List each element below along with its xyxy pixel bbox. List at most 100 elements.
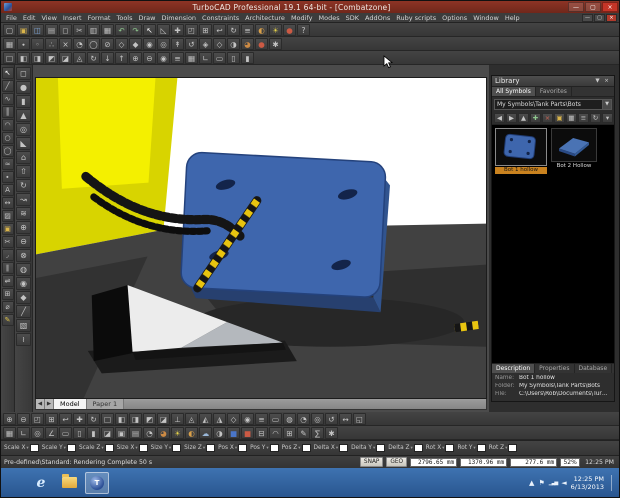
view-left-icon[interactable]: ◩ bbox=[143, 413, 156, 425]
undo-icon[interactable]: ↶ bbox=[115, 24, 128, 36]
loft-tool-icon[interactable]: ≋ bbox=[16, 207, 31, 220]
cone-3d-icon[interactable]: ▲ bbox=[16, 109, 31, 122]
list-view-icon[interactable]: ≡ bbox=[578, 113, 589, 123]
birds-eye-icon[interactable]: ◔ bbox=[297, 413, 310, 425]
field-dropdown-icon[interactable]: ▾ bbox=[336, 446, 338, 451]
library-item-bot-2-hollow[interactable]: Bot 2 Hollow bbox=[551, 128, 597, 170]
redo-icon[interactable]: ↷ bbox=[129, 24, 142, 36]
maximize-button[interactable]: ▢ bbox=[585, 2, 601, 12]
curve-tool-icon[interactable]: ≈ bbox=[2, 158, 14, 170]
workplane-side-icon[interactable]: ▮ bbox=[87, 427, 100, 439]
network-icon[interactable]: ▁▃▅ bbox=[549, 478, 558, 488]
menu-draw[interactable]: Draw bbox=[136, 13, 159, 23]
field-value-input[interactable] bbox=[270, 444, 279, 452]
field-dropdown-icon[interactable]: ▾ bbox=[473, 446, 475, 451]
field-dropdown-icon[interactable]: ▾ bbox=[26, 446, 28, 451]
zoom-window-icon[interactable]: ◰ bbox=[31, 413, 44, 425]
orbit-view-icon[interactable]: ↻ bbox=[87, 413, 100, 425]
menu-addons[interactable]: AddOns bbox=[362, 13, 393, 23]
field-value-input[interactable] bbox=[67, 444, 76, 452]
refresh-icon[interactable]: ↻ bbox=[590, 113, 601, 123]
zoom-out-icon[interactable]: ⊖ bbox=[17, 413, 30, 425]
menu-insert[interactable]: Insert bbox=[60, 13, 85, 23]
tab-model[interactable]: Model bbox=[54, 399, 87, 409]
view-iso-se-icon[interactable]: ◮ bbox=[213, 413, 226, 425]
snap-intersection-icon[interactable]: × bbox=[59, 38, 72, 50]
sheet-scrollbar-track[interactable] bbox=[124, 399, 486, 409]
minimize-button[interactable]: — bbox=[568, 2, 584, 12]
background-color-icon[interactable]: ■ bbox=[227, 427, 240, 439]
workplane-by-points-icon[interactable]: ◇ bbox=[115, 38, 128, 50]
zoom-window-icon[interactable]: ◰ bbox=[185, 24, 198, 36]
field-value-input[interactable] bbox=[105, 444, 114, 452]
field-dropdown-icon[interactable]: ▾ bbox=[64, 446, 66, 451]
redraw-icon[interactable]: ↻ bbox=[227, 24, 240, 36]
open-file-icon[interactable]: ▣ bbox=[17, 24, 30, 36]
field-dropdown-icon[interactable]: ▾ bbox=[505, 446, 507, 451]
library-bottom-tab-description[interactable]: Description bbox=[492, 364, 535, 373]
polyline-tool-icon[interactable]: ∿ bbox=[2, 93, 14, 105]
coordinate-x-field[interactable]: 2796.65 mm bbox=[410, 458, 457, 467]
look-up-icon[interactable]: ↑ bbox=[115, 52, 128, 64]
view-back-icon[interactable]: ◨ bbox=[129, 413, 142, 425]
field-value-input[interactable] bbox=[414, 444, 423, 452]
workplane-by-face-icon[interactable]: ◪ bbox=[101, 427, 114, 439]
facet-editor-icon[interactable]: ▧ bbox=[16, 319, 31, 332]
quality-render-icon[interactable]: ◕ bbox=[157, 427, 170, 439]
menu-file[interactable]: File bbox=[3, 13, 20, 23]
named-views-icon[interactable]: ≡ bbox=[171, 52, 184, 64]
library-bottom-tab-properties[interactable]: Properties bbox=[535, 364, 574, 373]
view-right-icon[interactable]: ◪ bbox=[59, 52, 72, 64]
zoom-in-icon[interactable]: ⊕ bbox=[3, 413, 16, 425]
ellipse-tool-icon[interactable]: ◯ bbox=[2, 145, 14, 157]
snap-vertex-icon[interactable]: ∙ bbox=[17, 38, 30, 50]
action-center-icon[interactable]: ⚑ bbox=[538, 478, 544, 488]
menu-modify[interactable]: Modify bbox=[288, 13, 316, 23]
double-line-tool-icon[interactable]: ║ bbox=[2, 106, 14, 118]
field-value-input[interactable] bbox=[206, 444, 215, 452]
boolean-add-icon[interactable]: ⊕ bbox=[16, 221, 31, 234]
menu-help[interactable]: Help bbox=[502, 13, 523, 23]
paper-space-icon[interactable]: ▤ bbox=[129, 427, 142, 439]
menu-sdk[interactable]: SDK bbox=[343, 13, 362, 23]
zoom-extents-icon[interactable]: ⊞ bbox=[199, 24, 212, 36]
mirror-tool-icon[interactable]: ⇌ bbox=[2, 275, 14, 287]
boolean-subtract-icon[interactable]: ⊖ bbox=[16, 235, 31, 248]
field-dropdown-icon[interactable]: ▾ bbox=[235, 446, 237, 451]
macros-icon[interactable]: ∑ bbox=[311, 427, 324, 439]
point-tool-icon[interactable]: ∙ bbox=[2, 171, 14, 183]
cut-icon[interactable]: ✂ bbox=[73, 24, 86, 36]
taskbar-clock[interactable]: 12:25 PM 6/13/2013 bbox=[571, 475, 604, 491]
field-value-input[interactable] bbox=[339, 444, 348, 452]
field-value-input[interactable] bbox=[238, 444, 247, 452]
full-screen-icon[interactable]: ◱ bbox=[353, 413, 366, 425]
snap-toggle-button[interactable]: SNAP bbox=[360, 457, 383, 467]
workplane-by-entity-icon[interactable]: ◆ bbox=[129, 38, 142, 50]
grid-toggle-icon[interactable]: ▦ bbox=[3, 427, 16, 439]
field-dropdown-icon[interactable]: ▾ bbox=[135, 446, 137, 451]
field-value-input[interactable] bbox=[302, 444, 311, 452]
look-down-icon[interactable]: ↓ bbox=[101, 52, 114, 64]
new-file-icon[interactable]: ▢ bbox=[3, 24, 16, 36]
field-value-input[interactable] bbox=[172, 444, 181, 452]
environments-icon[interactable]: ☁ bbox=[199, 427, 212, 439]
prism-3d-icon[interactable]: ⌂ bbox=[16, 151, 31, 164]
wedge-3d-icon[interactable]: ◣ bbox=[16, 137, 31, 150]
zoom-in-icon[interactable]: ⊕ bbox=[129, 52, 142, 64]
field-dropdown-icon[interactable]: ▾ bbox=[266, 446, 268, 451]
geo-toggle-button[interactable]: GEO bbox=[386, 457, 407, 467]
field-value-input[interactable] bbox=[30, 444, 39, 452]
workplane-side-icon[interactable]: ▮ bbox=[241, 52, 254, 64]
camera-position-icon[interactable]: ◉ bbox=[143, 38, 156, 50]
full-render-mode-icon[interactable]: ● bbox=[255, 38, 268, 50]
render-scene-icon[interactable]: ● bbox=[283, 24, 296, 36]
new-category-icon[interactable]: ▣ bbox=[554, 113, 565, 123]
model-viewport[interactable] bbox=[35, 77, 487, 399]
sheet-nav-forward-icon[interactable]: ▶ bbox=[45, 399, 54, 409]
model-space-icon[interactable]: ▣ bbox=[115, 427, 128, 439]
angle-lock-icon[interactable]: ∠ bbox=[45, 427, 58, 439]
select-tool-icon[interactable]: ↖ bbox=[2, 67, 14, 79]
library-item-bot-1-hollow[interactable]: Bot 1 hollow bbox=[495, 128, 547, 174]
wireframe-mode-icon[interactable]: ◈ bbox=[199, 38, 212, 50]
trim-tool-icon[interactable]: ✂ bbox=[2, 236, 14, 248]
